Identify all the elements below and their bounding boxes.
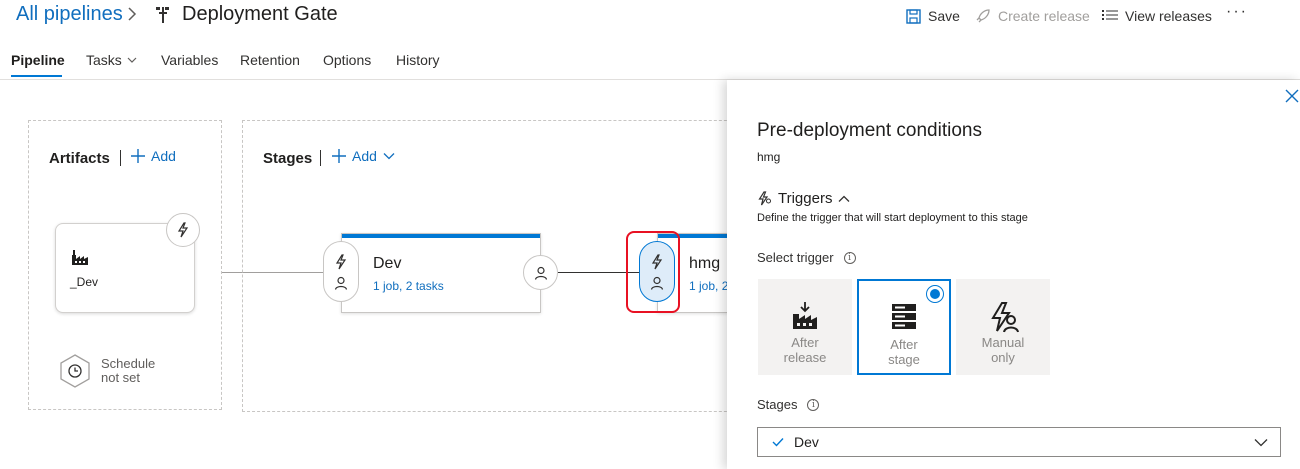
add-stage-label: Add <box>352 148 377 164</box>
trigger-option-label: Manual only <box>982 335 1025 365</box>
option-line1: After <box>791 335 819 350</box>
create-release-label: Create release <box>998 8 1090 24</box>
artifacts-title: Artifacts <box>49 150 110 167</box>
stages-dropdown-value: Dev <box>794 434 819 450</box>
post-deployment-conditions-button-dev[interactable] <box>523 255 558 290</box>
divider <box>120 150 121 166</box>
info-icon[interactable]: i <box>843 251 856 264</box>
plus-icon <box>332 149 346 163</box>
option-line1: After <box>890 337 918 352</box>
tab-tasks[interactable]: Tasks <box>86 52 137 68</box>
stage-accent-bar <box>342 234 540 238</box>
chevron-down-icon <box>1254 438 1268 447</box>
chevron-down-icon <box>127 56 137 64</box>
breadcrumb-all-pipelines[interactable]: All pipelines <box>16 3 123 26</box>
option-line1: Manual <box>981 335 1025 350</box>
person-icon <box>650 276 664 290</box>
save-button[interactable]: Save <box>906 8 960 24</box>
schedule-line1: Schedule <box>101 356 156 371</box>
trigger-option-label: After stage <box>888 337 920 367</box>
pre-deployment-conditions-button-hmg[interactable] <box>639 241 675 302</box>
triggers-heading: Triggers <box>778 190 833 207</box>
stages-label: Stages <box>757 397 798 412</box>
artifact-name: _Dev <box>70 275 99 289</box>
add-artifact-label: Add <box>151 148 176 164</box>
tab-retention[interactable]: Retention <box>240 52 300 68</box>
lightning-icon <box>176 222 190 238</box>
trigger-option-manual-only[interactable]: Manual only <box>956 279 1050 375</box>
add-artifact-button[interactable]: Add <box>131 148 176 164</box>
trigger-option-after-stage[interactable]: After stage <box>857 279 951 375</box>
option-line2: stage <box>888 352 920 367</box>
pipeline-icon <box>155 6 171 24</box>
add-stage-button[interactable]: Add <box>332 148 395 164</box>
tab-pipeline[interactable]: Pipeline <box>11 52 65 68</box>
list-icon <box>1102 9 1118 23</box>
chevron-up-icon <box>838 195 850 203</box>
stage-summary-link[interactable]: 1 job, 2 tasks <box>373 279 444 293</box>
panel-subtitle: hmg <box>757 150 781 164</box>
stages-dropdown[interactable]: Dev <box>757 427 1281 457</box>
lightning-icon <box>334 253 348 270</box>
info-icon[interactable]: i <box>807 398 820 411</box>
schedule-icon[interactable] <box>58 353 92 389</box>
view-releases-button[interactable]: View releases <box>1102 8 1212 24</box>
stages-title: Stages <box>263 150 313 167</box>
person-icon <box>534 266 548 280</box>
save-label: Save <box>928 8 960 24</box>
plus-icon <box>131 149 145 163</box>
create-release-button[interactable]: Create release <box>975 8 1090 24</box>
schedule-status[interactable]: Schedule not set <box>101 357 155 385</box>
stage-card-dev[interactable] <box>341 233 541 313</box>
manual-icon <box>987 301 1019 333</box>
rocket-icon <box>975 8 991 24</box>
stage-name: Dev <box>373 255 402 272</box>
page-title: Deployment Gate <box>182 3 338 25</box>
trigger-icon <box>757 191 772 206</box>
tab-options[interactable]: Options <box>323 52 371 68</box>
triggers-section-toggle[interactable]: Triggers <box>757 190 850 207</box>
panel-title: Pre-deployment conditions <box>757 120 982 141</box>
checkmark-icon <box>772 437 784 447</box>
lightning-icon <box>650 253 664 270</box>
more-options-icon[interactable]: ··· <box>1226 3 1248 21</box>
release-icon <box>791 302 819 330</box>
schedule-line2: not set <box>101 370 141 385</box>
stage-name: hmg <box>689 255 721 272</box>
option-line2: release <box>783 350 827 365</box>
select-trigger-label: Select trigger <box>757 250 834 265</box>
radio-selected-icon <box>926 285 944 303</box>
divider <box>320 150 321 166</box>
build-icon <box>70 247 90 267</box>
pre-deployment-conditions-panel: Pre-deployment conditions hmg Triggers D… <box>727 80 1300 469</box>
chevron-down-icon <box>383 152 395 160</box>
stages-field-row: Stages i <box>757 397 820 412</box>
view-releases-label: View releases <box>1125 8 1212 24</box>
stage-icon <box>890 303 918 331</box>
triggers-description: Define the trigger that will start deplo… <box>757 212 1028 224</box>
option-line2: only <box>991 350 1015 365</box>
trigger-option-after-release[interactable]: After release <box>758 279 852 375</box>
tab-tasks-label: Tasks <box>86 52 122 68</box>
select-trigger-row: Select trigger i <box>757 250 856 265</box>
person-icon <box>334 276 348 290</box>
continuous-deployment-trigger-button[interactable] <box>166 213 200 247</box>
tab-variables[interactable]: Variables <box>161 52 218 68</box>
close-icon[interactable] <box>1285 89 1299 103</box>
tab-history[interactable]: History <box>396 52 440 68</box>
active-tab-indicator <box>11 75 62 77</box>
chevron-right-icon <box>126 6 138 22</box>
pre-deployment-conditions-button-dev[interactable] <box>323 241 359 302</box>
trigger-option-label: After release <box>784 335 827 365</box>
save-icon <box>906 8 921 24</box>
